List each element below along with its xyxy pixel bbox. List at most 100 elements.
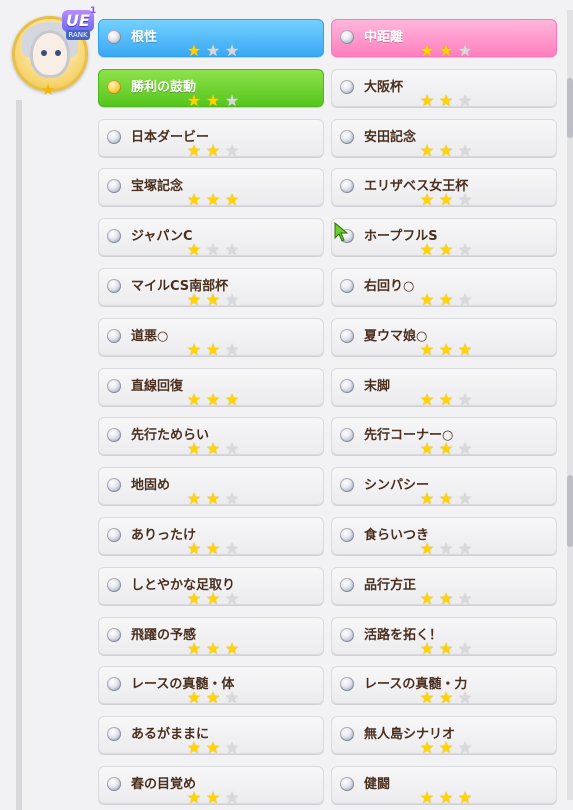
skill-name: 中距離 [364,30,404,45]
left-skill-card[interactable]: 直線回復 ★ ★ ★ [98,367,324,409]
left-skill-card[interactable]: 春の目覚め ★ ★ ★ [98,766,324,807]
right-skill-card[interactable]: 末脚 ★ ★ ★ [331,367,557,407]
skill-stars: ★ ★ ★ [185,142,241,159]
scrollbar-thumb-secondary[interactable] [567,475,573,547]
right-skill-card[interactable]: 無人島シナリオ ★ ★ ★ [331,716,557,756]
skill-dot-icon [107,428,121,443]
rank-badge-tier: 1 [90,6,97,16]
left-skill-card[interactable]: 先行ためらい ★ ★ ★ [98,417,324,459]
skill-name: 右回り○ [364,279,415,294]
skill-stars: ★ ★ ★ [185,341,241,358]
skill-dot-icon [340,577,354,592]
star-icon: ★ [186,738,202,758]
mouse-cursor-icon [334,222,349,242]
right-skill-card[interactable]: 安田記念 ★ ★ ★ [331,118,557,158]
skill-stars: ★ ★ ★ [418,541,474,557]
left-skill-card[interactable]: 日本ダービー ★ ★ ★ [98,118,324,159]
skill-dot-icon [107,627,121,642]
star-icon: ★ [224,389,240,409]
left-skill-card[interactable]: ジャパンC ★ ★ ★ [98,218,324,258]
left-skill-card[interactable]: 宝塚記念 ★ ★ ★ [98,168,324,208]
star-icon: ★ [186,638,202,658]
left-skill-card[interactable]: 飛躍の予感 ★ ★ ★ [98,616,324,658]
star-icon: ★ [186,588,202,608]
right-skill-card[interactable]: 先行コーナー○ ★ ★ ★ [331,417,557,459]
skill-dot-icon [340,179,354,194]
skill-stars: ★ ★ ★ [185,242,241,258]
skill-stars: ★ ★ ★ [185,740,241,756]
right-skill-card[interactable]: 食らいつき ★ ★ ★ [331,517,557,557]
avatar-eye-left [41,50,47,56]
star-icon: ★ [224,439,240,459]
skill-name: 健闘 [364,777,391,792]
star-icon: ★ [419,439,435,459]
left-skill-card[interactable]: しとやかな足取り ★ ★ ★ [98,566,324,608]
left-skill-card[interactable]: 道悪○ ★ ★ ★ [98,317,324,358]
star-icon: ★ [419,688,435,708]
scrollbar-thumb[interactable] [567,78,573,138]
right-skill-card[interactable]: ホープフルS ★ ★ ★ [331,218,557,258]
skill-stars: ★ ★ ★ [185,292,241,308]
avatar-eye-right [55,50,61,56]
right-skill-card[interactable]: 健闘 ★ ★ ★ [331,766,557,807]
skill-dot-icon [340,677,354,692]
right-skill-card[interactable]: シンパシー ★ ★ ★ [331,467,557,507]
skill-name: 地固め [131,478,171,494]
skill-stars: ★ ★ ★ [418,740,474,756]
skill-name: 安田記念 [364,129,417,145]
skill-stars: ★ ★ ★ [185,389,241,409]
star-icon: ★ [224,788,240,807]
star-icon: ★ [438,638,454,658]
star-icon: ★ [205,688,221,708]
star-icon: ★ [205,588,221,608]
right-skill-card[interactable]: 右回り○ ★ ★ ★ [331,268,557,309]
star-icon: ★ [438,688,454,708]
right-skill-card[interactable]: 夏ウマ娘○ ★ ★ ★ [331,317,557,359]
skill-stars: ★ ★ ★ [418,491,474,507]
star-icon: ★ [186,788,202,807]
right-skill-card[interactable]: レースの真髄・力 ★ ★ ★ [331,666,557,708]
skill-stars: ★ ★ ★ [418,90,474,110]
star-icon: ★ [457,41,473,60]
star-icon: ★ [205,290,221,309]
skill-stars: ★ ★ ★ [185,491,241,507]
skill-name: 根性 [131,30,158,45]
star-icon: ★ [205,489,221,509]
star-icon: ★ [419,788,435,807]
right-skill-card[interactable]: 中距離 ★ ★ ★ [331,19,557,60]
left-skill-card[interactable]: あるがままに ★ ★ ★ [98,716,324,756]
star-icon: ★ [457,190,473,210]
skill-dot-icon [340,30,354,44]
left-skill-card[interactable]: ありったけ ★ ★ ★ [98,517,324,557]
star-icon: ★ [419,588,435,608]
character-avatar[interactable]: UE RANK 1 ★ [8,6,97,98]
star-icon: ★ [438,738,454,758]
star-icon: ★ [419,339,435,359]
skill-dot-icon [340,279,354,293]
left-skill-card[interactable]: マイルCS南部杯 ★ ★ ★ [98,268,324,308]
left-skill-card[interactable]: 勝利の鼓動 ★ ★ ★ [98,68,324,108]
right-skill-card[interactable]: 活路を拓く！ ★ ★ ★ [331,616,557,658]
skill-dot-icon [107,528,121,542]
skill-stars: ★ ★ ★ [418,638,474,658]
skill-dot-icon [107,229,121,244]
left-skill-card[interactable]: 根性 ★ ★ ★ [98,19,324,59]
left-skill-card[interactable]: レースの真髄・体 ★ ★ ★ [98,666,324,708]
skill-dot-icon [107,378,121,393]
star-icon: ★ [224,489,240,509]
star-icon: ★ [419,41,435,60]
star-icon: ★ [419,539,435,558]
star-icon: ★ [438,290,454,309]
right-skill-card[interactable]: エリザベス女王杯 ★ ★ ★ [331,168,557,210]
star-icon: ★ [457,439,473,459]
star-icon: ★ [419,738,435,758]
star-icon: ★ [457,688,473,708]
right-skill-card[interactable]: 大阪杯 ★ ★ ★ [331,68,557,110]
right-skill-card[interactable]: 品行方正 ★ ★ ★ [331,566,557,608]
skill-dot-icon [107,478,121,493]
left-skill-card[interactable]: 地固め ★ ★ ★ [98,467,324,507]
star-icon: ★ [457,90,473,110]
star-icon: ★ [438,788,454,807]
skill-dot-icon [340,727,354,742]
star-icon: ★ [438,41,454,60]
